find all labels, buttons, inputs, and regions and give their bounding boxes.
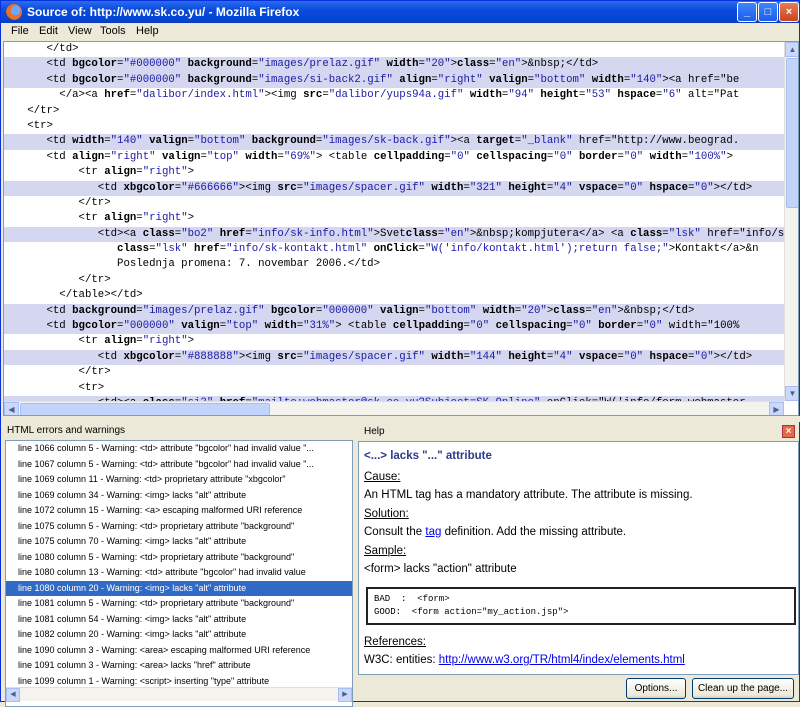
errors-panel-header: HTML errors and warnings	[7, 425, 126, 436]
source-line[interactable]: </table></td>	[4, 288, 784, 303]
menu-tools[interactable]: Tools	[100, 25, 126, 37]
w3c-link[interactable]: http://www.w3.org/TR/html4/index/element…	[439, 654, 685, 666]
solution-post: definition. Add the missing attribute.	[441, 526, 627, 538]
help-close-icon[interactable]: ×	[782, 425, 795, 438]
minimize-button[interactable]: _	[737, 2, 757, 22]
source-line[interactable]: class="lsk" href="info/sk-kontakt.html" …	[4, 242, 784, 257]
source-line[interactable]: <td bgcolor="#000000" background="images…	[4, 57, 784, 73]
scroll-up-arrow-icon[interactable]: ▲	[785, 42, 798, 57]
source-view[interactable]: </td> <td bgcolor="#000000" background="…	[3, 41, 799, 416]
maximize-button[interactable]: □	[758, 2, 778, 22]
scroll-left-arrow-icon[interactable]: ◀	[4, 402, 19, 415]
horizontal-scrollbar[interactable]: ◀ ▶	[4, 401, 784, 415]
source-line[interactable]: </tr>	[4, 104, 784, 119]
sample-bad: BAD : <form>	[374, 594, 450, 604]
menu-view[interactable]: View	[68, 25, 92, 37]
menu-help[interactable]: Help	[136, 25, 159, 37]
references-label: References:	[364, 636, 427, 648]
scroll-right-arrow-icon[interactable]: ▶	[338, 688, 352, 702]
close-button[interactable]: ×	[779, 2, 799, 22]
menu-edit[interactable]: Edit	[39, 25, 58, 37]
source-line[interactable]: <td background="images/prelaz.gif" bgcol…	[4, 303, 784, 320]
title-bar[interactable]: Source of: http://www.sk.co.yu/ - Mozill…	[1, 1, 799, 23]
error-list-item[interactable]: line 1080 column 13 - Warning: <td> attr…	[6, 565, 352, 581]
source-line[interactable]: Poslednja promena: 7. novembar 2006.</td…	[4, 257, 784, 272]
errors-horizontal-scrollbar[interactable]: ◀ ▶	[6, 687, 352, 702]
errors-rows: line 1066 column 5 - Warning: <td> attri…	[6, 441, 352, 705]
browser-window: Source of: http://www.sk.co.yu/ - Mozill…	[0, 0, 800, 707]
source-line[interactable]: <tr>	[4, 119, 784, 134]
errors-list[interactable]: line 1066 column 5 - Warning: <td> attri…	[5, 440, 353, 707]
tag-link[interactable]: tag	[425, 526, 441, 538]
sample-code-box: BAD : <form> GOOD: <form action="my_actio…	[366, 587, 796, 625]
source-line[interactable]: <td bgcolor="000000" valign="top" width=…	[4, 319, 784, 335]
scroll-thumb-horizontal[interactable]	[20, 403, 270, 415]
vertical-scrollbar[interactable]: ▲ ▼	[784, 42, 798, 401]
source-line[interactable]: </tr>	[4, 365, 784, 380]
options-button[interactable]: Options...	[626, 678, 686, 699]
error-list-item[interactable]: line 1091 column 3 - Warning: <area> lac…	[6, 658, 352, 674]
source-line[interactable]: </tr>	[4, 196, 784, 211]
source-line[interactable]: <td xbgcolor="#666666"><img src="images/…	[4, 180, 784, 196]
error-list-item[interactable]: line 1066 column 5 - Warning: <td> attri…	[6, 441, 352, 457]
solution-label: Solution:	[364, 508, 409, 520]
source-line[interactable]: <td bgcolor="#000000" background="images…	[4, 72, 784, 89]
source-line[interactable]: <tr align="right">	[4, 165, 784, 180]
source-line[interactable]: <td align="right" valign="top" width="69…	[4, 150, 784, 165]
cause-text: An HTML tag has a mandatory attribute. T…	[364, 489, 693, 501]
window-title: Source of: http://www.sk.co.yu/ - Mozill…	[27, 5, 300, 19]
scroll-down-arrow-icon[interactable]: ▼	[785, 386, 798, 401]
source-line[interactable]: <tr align="right">	[4, 211, 784, 226]
source-line[interactable]: <tr align="right">	[4, 334, 784, 349]
firefox-icon	[6, 4, 22, 20]
error-list-item[interactable]: line 1072 column 15 - Warning: <a> escap…	[6, 503, 352, 519]
source-line[interactable]: <td width="140" valign="bottom" backgrou…	[4, 134, 784, 150]
sample-label: Sample:	[364, 545, 407, 557]
source-line[interactable]: </td>	[4, 42, 784, 57]
solution-text: Consult the tag definition. Add the miss…	[364, 523, 793, 541]
error-list-item[interactable]: line 1069 column 11 - Warning: <td> prop…	[6, 472, 352, 488]
cleanup-button[interactable]: Clean up the page...	[692, 678, 794, 699]
menu-bar: File Edit View Tools Help	[1, 23, 799, 41]
error-list-item[interactable]: line 1081 column 5 - Warning: <td> propr…	[6, 596, 352, 612]
scroll-left-arrow-icon[interactable]: ◀	[6, 688, 20, 702]
help-panel: Help × <...> lacks "..." attribute Cause…	[358, 422, 799, 701]
error-list-item[interactable]: line 1090 column 3 - Warning: <area> esc…	[6, 643, 352, 659]
source-line[interactable]: </tr>	[4, 273, 784, 288]
sample-good: GOOD: <form action="my_action.jsp">	[374, 607, 569, 617]
source-line[interactable]: <tr>	[4, 381, 784, 396]
help-panel-header: Help	[364, 426, 385, 437]
help-buttons: Options... Clean up the page...	[358, 678, 799, 700]
scroll-thumb[interactable]	[786, 58, 798, 208]
solution-pre: Consult the	[364, 526, 426, 538]
menu-file[interactable]: File	[11, 25, 29, 37]
source-line[interactable]: </a><a href="dalibor/index.html"><img sr…	[4, 88, 784, 103]
error-list-item[interactable]: line 1069 column 34 - Warning: <img> lac…	[6, 488, 352, 504]
error-list-item[interactable]: line 1081 column 54 - Warning: <img> lac…	[6, 612, 352, 628]
source-line[interactable]: <td xbgcolor="#888888"><img src="images/…	[4, 349, 784, 366]
cause-label: Cause:	[364, 471, 401, 483]
error-list-item[interactable]: line 1075 column 5 - Warning: <td> propr…	[6, 519, 352, 535]
references-text: W3C: entities: http://www.w3.org/TR/html…	[364, 651, 793, 669]
error-list-item[interactable]: line 1080 column 5 - Warning: <td> propr…	[6, 550, 352, 566]
sample-text: <form> lacks "action" attribute	[364, 563, 517, 575]
error-list-item[interactable]: line 1082 column 20 - Warning: <img> lac…	[6, 627, 352, 643]
help-title: <...> lacks "..." attribute	[364, 450, 492, 462]
error-list-item[interactable]: line 1075 column 70 - Warning: <img> lac…	[6, 534, 352, 550]
ref-prefix: W3C: entities:	[364, 654, 439, 666]
source-line[interactable]: <td><a class="bo2" href="info/sk-info.ht…	[4, 226, 784, 243]
help-content: <...> lacks "..." attribute Cause: An HT…	[358, 441, 799, 675]
scroll-right-arrow-icon[interactable]: ▶	[769, 402, 784, 415]
error-list-item[interactable]: line 1067 column 5 - Warning: <td> attri…	[6, 457, 352, 473]
error-list-item[interactable]: line 1080 column 20 - Warning: <img> lac…	[6, 580, 352, 596]
source-lines: </td> <td bgcolor="#000000" background="…	[4, 42, 784, 401]
errors-panel: HTML errors and warnings line 1066 colum…	[3, 422, 353, 707]
